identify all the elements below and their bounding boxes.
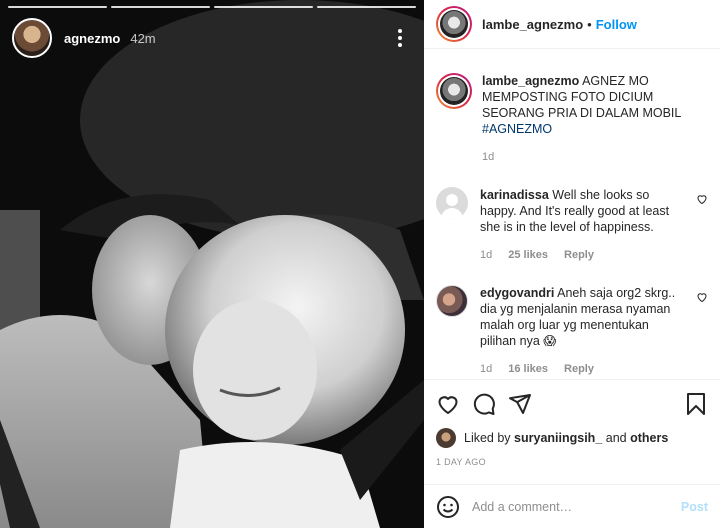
emoji-icon[interactable]	[436, 495, 460, 519]
story-photo	[0, 0, 424, 528]
comment-icon[interactable]	[472, 392, 496, 416]
story-header: agnezmo 42m	[12, 18, 410, 58]
like-comment-icon[interactable]	[696, 193, 708, 205]
caption-age: 1d	[482, 151, 495, 163]
commenter-avatar[interactable]	[436, 285, 468, 317]
post-avatar[interactable]	[436, 6, 472, 42]
caption-text: lambe_agnezmo AGNEZ MO MEMPOSTING FOTO D…	[482, 73, 708, 137]
story-viewer: agnezmo 42m	[0, 0, 424, 528]
heart-icon[interactable]	[436, 392, 460, 416]
share-icon[interactable]	[508, 392, 532, 416]
separator-dot: •	[587, 16, 592, 32]
caption: lambe_agnezmo AGNEZ MO MEMPOSTING FOTO D…	[436, 73, 708, 163]
comment-item: edygovandri Aneh saja org2 skrg.. dia yg…	[436, 285, 708, 375]
story-avatar[interactable]	[12, 18, 52, 58]
post-panel: lambe_agnezmo • Follow lambe_agnezmo AGN…	[424, 0, 720, 528]
progress-segment	[214, 6, 313, 8]
comments-section: lambe_agnezmo AGNEZ MO MEMPOSTING FOTO D…	[424, 49, 720, 379]
more-options-icon[interactable]	[390, 26, 410, 50]
caption-username[interactable]: lambe_agnezmo	[482, 74, 579, 88]
like-comment-icon[interactable]	[696, 291, 708, 303]
action-bar	[424, 379, 720, 427]
liked-by-prefix: Liked by	[464, 431, 511, 445]
caption-avatar[interactable]	[436, 73, 472, 109]
comment-item: karinadissa Well she looks so happy. And…	[436, 187, 708, 261]
commenter-username[interactable]: karinadissa	[480, 188, 549, 202]
comment-age: 1d	[480, 363, 493, 375]
progress-segment	[8, 6, 107, 8]
liked-by-connector: and	[605, 431, 627, 445]
add-comment-bar: Post	[424, 484, 720, 528]
story-progress	[8, 6, 416, 8]
liked-by-others[interactable]: others	[630, 431, 668, 445]
reply-button[interactable]: Reply	[564, 249, 594, 261]
caption-meta: 1d	[482, 151, 708, 163]
reply-button[interactable]: Reply	[564, 363, 594, 375]
liked-by: Liked by suryaniingsih_ and others	[436, 428, 708, 448]
progress-segment	[317, 6, 416, 8]
liker-avatar[interactable]	[436, 428, 456, 448]
story-username[interactable]: agnezmo	[64, 31, 120, 46]
comment-age: 1d	[480, 249, 493, 261]
comment-likes[interactable]: 16 likes	[508, 363, 548, 375]
post-date: 1 DAY AGO	[436, 457, 486, 467]
follow-button[interactable]: Follow	[596, 17, 637, 32]
post-header: lambe_agnezmo • Follow	[424, 0, 720, 49]
caption-hashtag[interactable]: #AGNEZMO	[482, 122, 552, 136]
bookmark-icon[interactable]	[684, 392, 708, 416]
comment-input[interactable]	[472, 499, 681, 514]
progress-segment	[111, 6, 210, 8]
comment-likes[interactable]: 25 likes	[508, 249, 548, 261]
liked-by-user[interactable]: suryaniingsih_	[514, 431, 602, 445]
post-username[interactable]: lambe_agnezmo	[482, 17, 583, 32]
commenter-username[interactable]: edygovandri	[480, 286, 554, 300]
post-button[interactable]: Post	[681, 500, 708, 514]
story-time: 42m	[130, 30, 156, 46]
commenter-avatar[interactable]	[436, 187, 468, 219]
